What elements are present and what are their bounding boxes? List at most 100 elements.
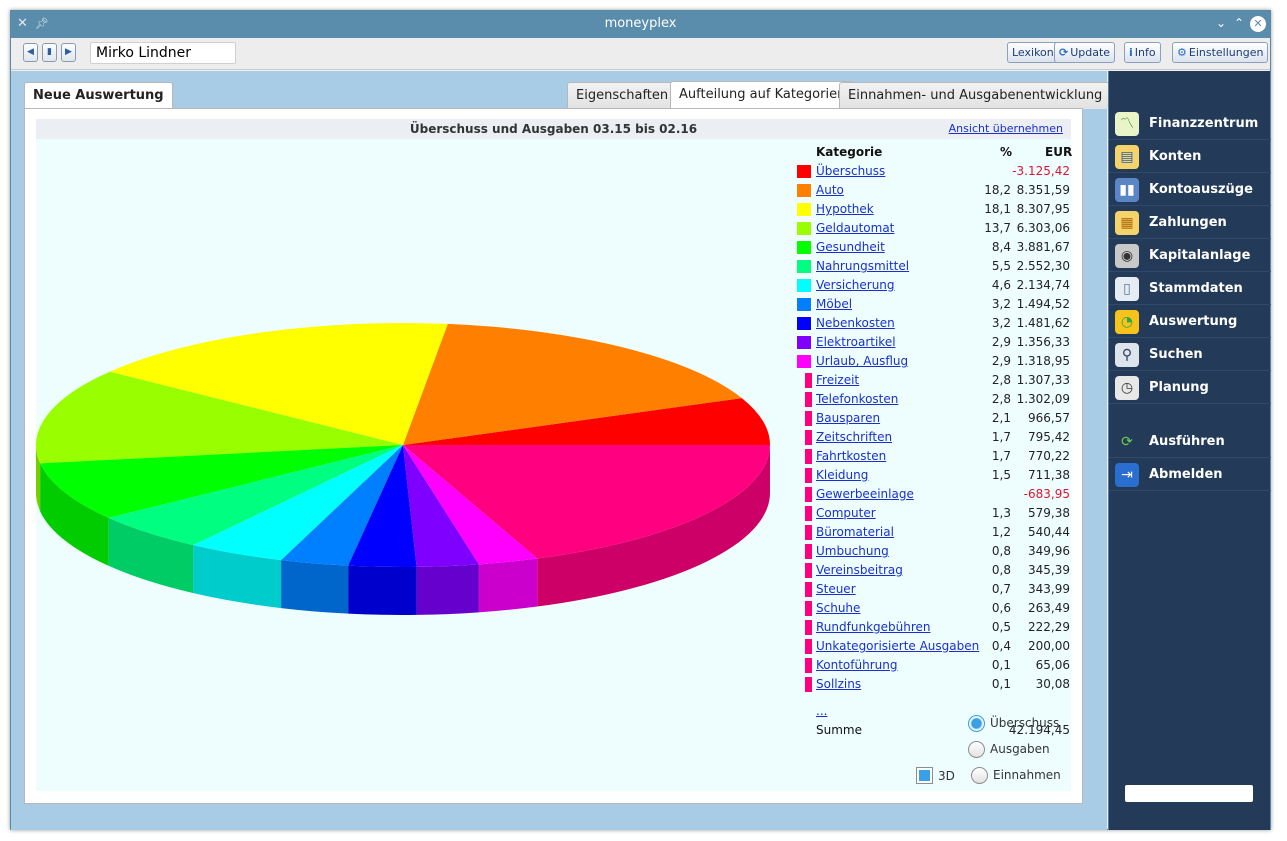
- lexikon-button[interactable]: Lexikon: [1007, 42, 1059, 63]
- legend-category-link[interactable]: Sollzins: [816, 677, 861, 691]
- legend-amount: 343,99: [1028, 582, 1070, 596]
- radio-ueberschuss-circle[interactable]: [968, 715, 985, 732]
- legend-amount: 222,29: [1028, 620, 1070, 634]
- legend-row: Gewerbeeinlage -683,95: [796, 485, 1071, 504]
- sidebar-item-ausf-hren[interactable]: ⟳ Ausführen: [1109, 426, 1271, 458]
- legend-swatch: [796, 316, 812, 331]
- forward-button[interactable]: ▶: [61, 43, 76, 62]
- legend-category-link[interactable]: Hypothek: [816, 202, 874, 216]
- sidebar-item-label: Auswertung: [1149, 314, 1238, 329]
- legend-category-link[interactable]: Fahrtkosten: [816, 449, 886, 463]
- legend-swatch: [796, 297, 812, 312]
- legend-category-link[interactable]: Auto: [816, 183, 844, 197]
- legend-category-link[interactable]: Gesundheit: [816, 240, 885, 254]
- legend-amount: 579,38: [1028, 506, 1070, 520]
- legend-category-link[interactable]: Unkategorisierte Ausgaben: [816, 639, 979, 653]
- legend-category-link[interactable]: Steuer: [816, 582, 856, 596]
- radio-einnahmen-circle[interactable]: [971, 767, 988, 784]
- back-button[interactable]: ◀: [23, 43, 38, 62]
- legend-swatch: [805, 468, 812, 483]
- legend-amount: 795,42: [1028, 430, 1070, 444]
- minimize-icon[interactable]: ⌄: [1213, 15, 1229, 31]
- legend-swatch: [805, 449, 812, 464]
- tab-neue-auswertung[interactable]: Neue Auswertung: [24, 82, 173, 110]
- tab-aufteilung[interactable]: Aufteilung auf Kategorien: [670, 81, 855, 109]
- sidebar-item-zahlungen[interactable]: ▦ Zahlungen: [1109, 207, 1271, 239]
- pause-button[interactable]: ▮: [42, 43, 57, 62]
- einstellungen-label: Einstellungen: [1188, 46, 1264, 59]
- legend-category-link[interactable]: Bausparen: [816, 411, 880, 425]
- ansicht-uebernehmen-link[interactable]: Ansicht übernehmen: [949, 122, 1063, 135]
- legend-row: Computer 1,3 579,38: [796, 504, 1071, 523]
- radio-ausgaben-circle[interactable]: [968, 741, 985, 758]
- legend-row: Bausparen 2,1 966,57: [796, 409, 1071, 428]
- pie-slice-side: [281, 560, 349, 614]
- legend-category-link[interactable]: Büromaterial: [816, 525, 894, 539]
- legend-category-link[interactable]: Möbel: [816, 297, 852, 311]
- legend-category-link[interactable]: Nahrungsmittel: [816, 259, 909, 273]
- sidebar-item-label: Stammdaten: [1149, 281, 1243, 296]
- legend-category-link[interactable]: Computer: [816, 506, 876, 520]
- legend-amount: 966,57: [1028, 411, 1070, 425]
- legend-row: Umbuchung 0,8 349,96: [796, 542, 1071, 561]
- legend-category-link[interactable]: Freizeit: [816, 373, 859, 387]
- pie-chart: [36, 323, 770, 615]
- legend-swatch: [796, 354, 812, 369]
- sidebar-search-input[interactable]: [1125, 785, 1253, 802]
- legend-category-link[interactable]: Urlaub, Ausflug: [816, 354, 908, 368]
- sidebar-item-abmelden[interactable]: ⇥ Abmelden: [1109, 459, 1271, 491]
- sidebar-item-planung[interactable]: ◷ Planung: [1109, 372, 1271, 404]
- legend-category-link[interactable]: Gewerbeeinlage: [816, 487, 914, 501]
- sidebar-item-label: Suchen: [1149, 347, 1203, 362]
- sidebar-item-stammdaten[interactable]: ▯ Stammdaten: [1109, 273, 1271, 305]
- sidebar-item-kontoausz-ge[interactable]: ▮▮ Kontoauszüge: [1109, 174, 1271, 206]
- pie-slice-side: [348, 565, 417, 615]
- sidebar-item-kapitalanlage[interactable]: ◉ Kapitalanlage: [1109, 240, 1271, 272]
- legend-row: Kleidung 1,5 711,38: [796, 466, 1071, 485]
- chart-header: Überschuss und Ausgaben 03.15 bis 02.16 …: [36, 119, 1071, 139]
- legend-amount: 263,49: [1028, 601, 1070, 615]
- legend-category-link[interactable]: Umbuchung: [816, 544, 889, 558]
- close-icon[interactable]: ✕: [1250, 16, 1266, 32]
- update-button[interactable]: ⟳ Update: [1054, 42, 1116, 63]
- legend-category-link[interactable]: Geldautomat: [816, 221, 894, 235]
- legend-category-link[interactable]: Schuhe: [816, 601, 860, 615]
- legend-row: Sollzins 0,1 30,08: [796, 675, 1071, 694]
- sidebar-item-auswertung[interactable]: ◔ Auswertung: [1109, 306, 1271, 338]
- legend-more-link[interactable]: ...: [816, 704, 827, 718]
- sidebar-item-finanzzentrum[interactable]: 〽 Finanzzentrum: [1109, 108, 1271, 140]
- user-name-field[interactable]: Mirko Lindner: [90, 42, 236, 64]
- legend-category-link[interactable]: Rundfunkgebühren: [816, 620, 931, 634]
- legend-row: Möbel 3,2 1.494,52: [796, 295, 1071, 314]
- legend-row: Kontoführung 0,1 65,06: [796, 656, 1071, 675]
- sidebar-item-suchen[interactable]: ⚲ Suchen: [1109, 339, 1271, 371]
- content-area: Neue Auswertung Eigenschaften Aufteilung…: [11, 71, 1112, 830]
- legend-row: Steuer 0,7 343,99: [796, 580, 1071, 599]
- tab-entwicklung[interactable]: Einnahmen- und Ausgabenentwicklung: [839, 82, 1112, 109]
- legend-row: Rundfunkgebühren 0,5 222,29: [796, 618, 1071, 637]
- tab-panel: Überschuss und Ausgaben 03.15 bis 02.16 …: [24, 108, 1083, 804]
- legend-category-link[interactable]: Telefonkosten: [816, 392, 898, 406]
- legend-header-pct: %: [1000, 145, 1013, 159]
- legend-amount: 770,22: [1028, 449, 1070, 463]
- legend-category-link[interactable]: Zeitschriften: [816, 430, 892, 444]
- checkbox-3d-box[interactable]: [916, 767, 933, 784]
- maximize-icon[interactable]: ⌃: [1231, 15, 1247, 31]
- legend-amount: 349,96: [1028, 544, 1070, 558]
- einstellungen-button[interactable]: ⚙ Einstellungen: [1172, 42, 1269, 63]
- legend-category-link[interactable]: Kontoführung: [816, 658, 897, 672]
- legend-category-link[interactable]: Überschuss: [816, 164, 885, 178]
- sidebar-item-label: Ausführen: [1149, 434, 1225, 449]
- info-button[interactable]: i Info: [1124, 42, 1161, 63]
- legend-category-link[interactable]: Versicherung: [816, 278, 895, 292]
- tab-eigenschaften[interactable]: Eigenschaften: [567, 82, 678, 109]
- radio-ausgaben-label: Ausgaben: [990, 742, 1050, 756]
- chart-icon: 〽: [1115, 112, 1139, 136]
- legend-category-link[interactable]: Nebenkosten: [816, 316, 895, 330]
- legend-category-link[interactable]: Elektroartikel: [816, 335, 896, 349]
- legend-amount: 1.494,52: [1016, 297, 1070, 311]
- sidebar-item-konten[interactable]: ▤ Konten: [1109, 141, 1271, 173]
- legend-amount: 2.552,30: [1016, 259, 1070, 273]
- legend-category-link[interactable]: Vereinsbeitrag: [816, 563, 903, 577]
- legend-category-link[interactable]: Kleidung: [816, 468, 868, 482]
